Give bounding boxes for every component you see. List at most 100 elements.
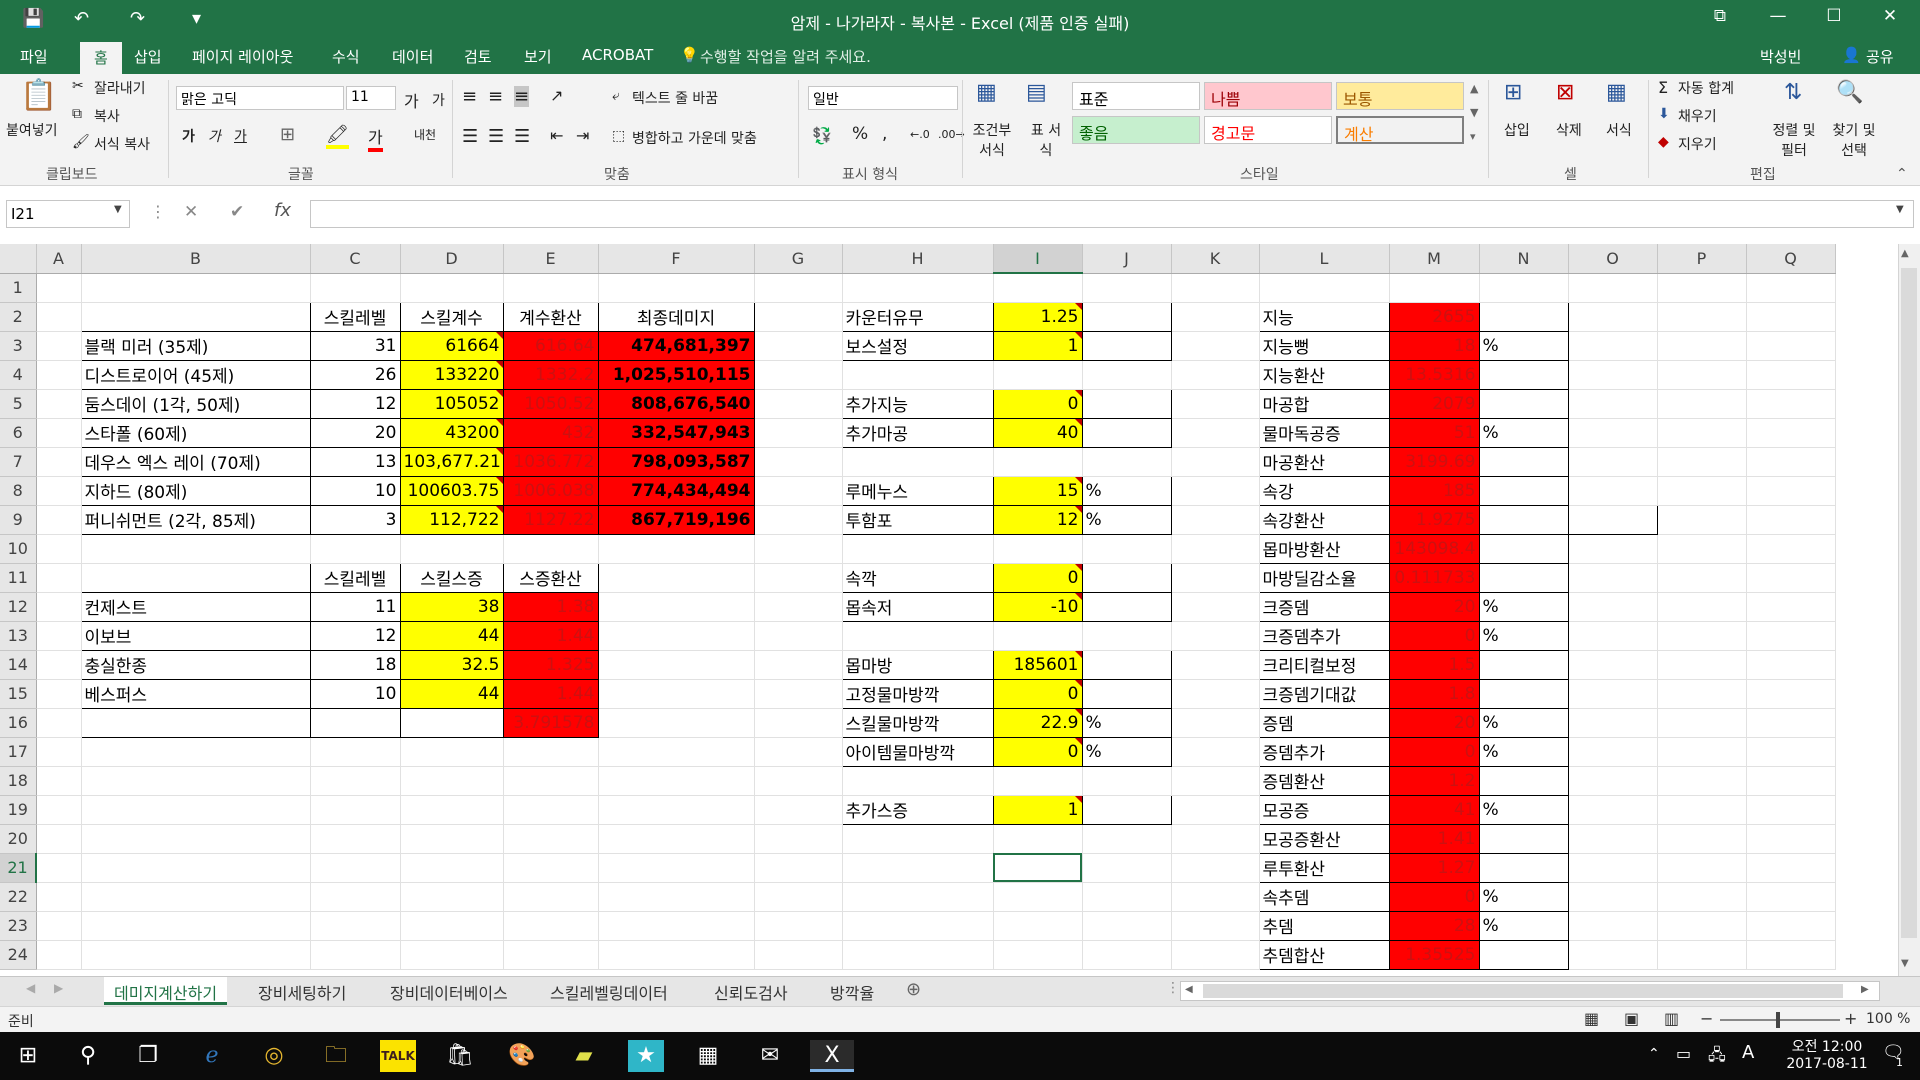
cell-j19[interactable] bbox=[1081, 794, 1172, 825]
cell-l4[interactable]: 지능환산 bbox=[1258, 359, 1390, 390]
ribbon-display-icon[interactable]: ⧉ bbox=[1700, 6, 1740, 26]
tab-home[interactable]: 홈 bbox=[80, 42, 122, 74]
cell-p6[interactable] bbox=[1657, 418, 1747, 448]
cell-q23[interactable] bbox=[1746, 911, 1836, 941]
insert-cells-button[interactable]: 삽입 bbox=[1504, 120, 1530, 140]
row-header-22[interactable]: 22 bbox=[0, 882, 37, 912]
cell-q6[interactable] bbox=[1746, 418, 1836, 448]
cell-n2[interactable] bbox=[1478, 301, 1569, 332]
cell-c19[interactable] bbox=[310, 795, 401, 825]
cell-c11[interactable]: 스킬레벨 bbox=[309, 562, 401, 593]
cell-c13[interactable]: 12 bbox=[309, 620, 401, 651]
column-header-q[interactable]: Q bbox=[1746, 244, 1836, 274]
cell-n1[interactable] bbox=[1479, 273, 1569, 303]
cell-b16[interactable] bbox=[80, 707, 311, 738]
cell-j22[interactable] bbox=[1082, 882, 1172, 912]
cell-h14[interactable]: 몹마방 bbox=[841, 649, 994, 680]
cell-f8[interactable]: 774,434,494 bbox=[597, 475, 755, 506]
cell-a1[interactable] bbox=[36, 273, 82, 303]
cell-k16[interactable] bbox=[1171, 708, 1260, 738]
cell-i5[interactable]: 0 bbox=[992, 388, 1083, 419]
cut-button[interactable]: 잘라내기 bbox=[94, 78, 146, 98]
cell-d2[interactable]: 스킬계수 bbox=[399, 301, 504, 332]
italic-button[interactable]: 가 bbox=[208, 126, 221, 146]
cell-m6[interactable]: 51 bbox=[1388, 417, 1480, 448]
cell-d5[interactable]: 105052 bbox=[399, 388, 504, 419]
tab-formulas[interactable]: 수식 bbox=[332, 46, 360, 67]
row-header-16[interactable]: 16 bbox=[0, 708, 37, 738]
cell-e11[interactable]: 스증환산 bbox=[502, 562, 599, 593]
cell-e4[interactable]: 1332.2 bbox=[502, 359, 599, 390]
cell-m10[interactable]: 143098.4 bbox=[1388, 533, 1480, 564]
cell-h3[interactable]: 보스설정 bbox=[841, 330, 994, 361]
cell-b21[interactable] bbox=[81, 853, 311, 883]
cell-j14[interactable] bbox=[1081, 649, 1172, 680]
cell-a21[interactable] bbox=[36, 853, 82, 883]
cell-q10[interactable] bbox=[1746, 534, 1836, 564]
cell-d8[interactable]: 100603.75 bbox=[399, 475, 504, 506]
cell-b13[interactable]: 이보브 bbox=[80, 620, 311, 651]
cell-o24[interactable] bbox=[1568, 940, 1658, 970]
cell-b9[interactable]: 퍼니쉬먼트 (2각, 85제) bbox=[80, 504, 311, 535]
cell-k6[interactable] bbox=[1171, 418, 1260, 448]
cell-k19[interactable] bbox=[1171, 795, 1260, 825]
row-header-2[interactable]: 2 bbox=[0, 302, 37, 332]
cell-g17[interactable] bbox=[754, 737, 843, 767]
cell-o18[interactable] bbox=[1568, 766, 1658, 796]
cell-g16[interactable] bbox=[754, 708, 843, 738]
sort-filter-icon[interactable]: ⇅ bbox=[1784, 80, 1802, 105]
cell-a14[interactable] bbox=[36, 650, 82, 680]
styles-scroll-up-icon[interactable]: ▲ bbox=[1470, 82, 1478, 95]
sort-filter-button[interactable]: 정렬 및 필터 bbox=[1766, 120, 1822, 160]
tab-file[interactable]: 파일 bbox=[20, 46, 48, 67]
paste-button[interactable]: 붙여넣기 bbox=[6, 120, 58, 140]
row-header-11[interactable]: 11 bbox=[0, 563, 37, 593]
cell-a17[interactable] bbox=[36, 737, 82, 767]
style-good[interactable]: 좋음 bbox=[1072, 116, 1200, 144]
cell-b18[interactable] bbox=[81, 766, 311, 796]
battery-icon[interactable]: ▭ bbox=[1676, 1044, 1691, 1063]
cell-o11[interactable] bbox=[1568, 563, 1658, 593]
cell-i3[interactable]: 1 bbox=[992, 330, 1083, 361]
cell-p17[interactable] bbox=[1657, 737, 1747, 767]
cell-j15[interactable] bbox=[1081, 678, 1172, 709]
cell-a6[interactable] bbox=[36, 418, 82, 448]
cell-q20[interactable] bbox=[1746, 824, 1836, 854]
row-header-5[interactable]: 5 bbox=[0, 389, 37, 419]
cell-g3[interactable] bbox=[754, 331, 843, 361]
cell-j18[interactable] bbox=[1082, 766, 1172, 796]
confirm-entry-icon[interactable]: ✔ bbox=[230, 202, 244, 222]
cell-k3[interactable] bbox=[1171, 331, 1260, 361]
cell-q14[interactable] bbox=[1746, 650, 1836, 680]
cell-b2[interactable] bbox=[80, 301, 311, 332]
cell-f2[interactable]: 최종데미지 bbox=[597, 301, 755, 332]
style-neutral[interactable]: 보통 bbox=[1336, 82, 1464, 110]
cell-e12[interactable]: 1.38 bbox=[502, 591, 599, 622]
row-header-4[interactable]: 4 bbox=[0, 360, 37, 390]
collapse-ribbon-icon[interactable]: ⌃ bbox=[1896, 166, 1908, 182]
cell-n17[interactable]: % bbox=[1478, 736, 1569, 767]
cell-j3[interactable] bbox=[1081, 330, 1172, 361]
cell-h10[interactable] bbox=[842, 534, 994, 564]
cell-n14[interactable] bbox=[1478, 649, 1569, 680]
show-hidden-icons-icon[interactable]: ⌃ bbox=[1648, 1046, 1660, 1062]
accounting-format-icon[interactable]: 💱 bbox=[812, 126, 832, 145]
horizontal-scroll-thumb[interactable] bbox=[1203, 984, 1843, 998]
cell-c14[interactable]: 18 bbox=[309, 649, 401, 680]
cell-f21[interactable] bbox=[598, 853, 755, 883]
cell-m1[interactable] bbox=[1389, 273, 1480, 303]
cell-b7[interactable]: 데우스 엑스 레이 (70제) bbox=[80, 446, 311, 477]
column-header-p[interactable]: P bbox=[1657, 244, 1747, 274]
fill-button[interactable]: 채우기 bbox=[1678, 106, 1717, 126]
cell-g18[interactable] bbox=[754, 766, 843, 796]
cell-f1[interactable] bbox=[598, 273, 755, 303]
cell-f19[interactable] bbox=[598, 795, 755, 825]
shrink-font-button[interactable]: 가 bbox=[432, 90, 445, 110]
cell-c17[interactable] bbox=[310, 737, 401, 767]
calculator-icon[interactable]: ▦ bbox=[690, 1040, 726, 1072]
kakaotalk-icon[interactable]: TALK bbox=[380, 1040, 416, 1072]
note-icon[interactable]: ▰ bbox=[566, 1040, 602, 1072]
cell-d17[interactable] bbox=[400, 737, 504, 767]
cell-k4[interactable] bbox=[1171, 360, 1260, 390]
cell-n6[interactable]: % bbox=[1478, 417, 1569, 448]
